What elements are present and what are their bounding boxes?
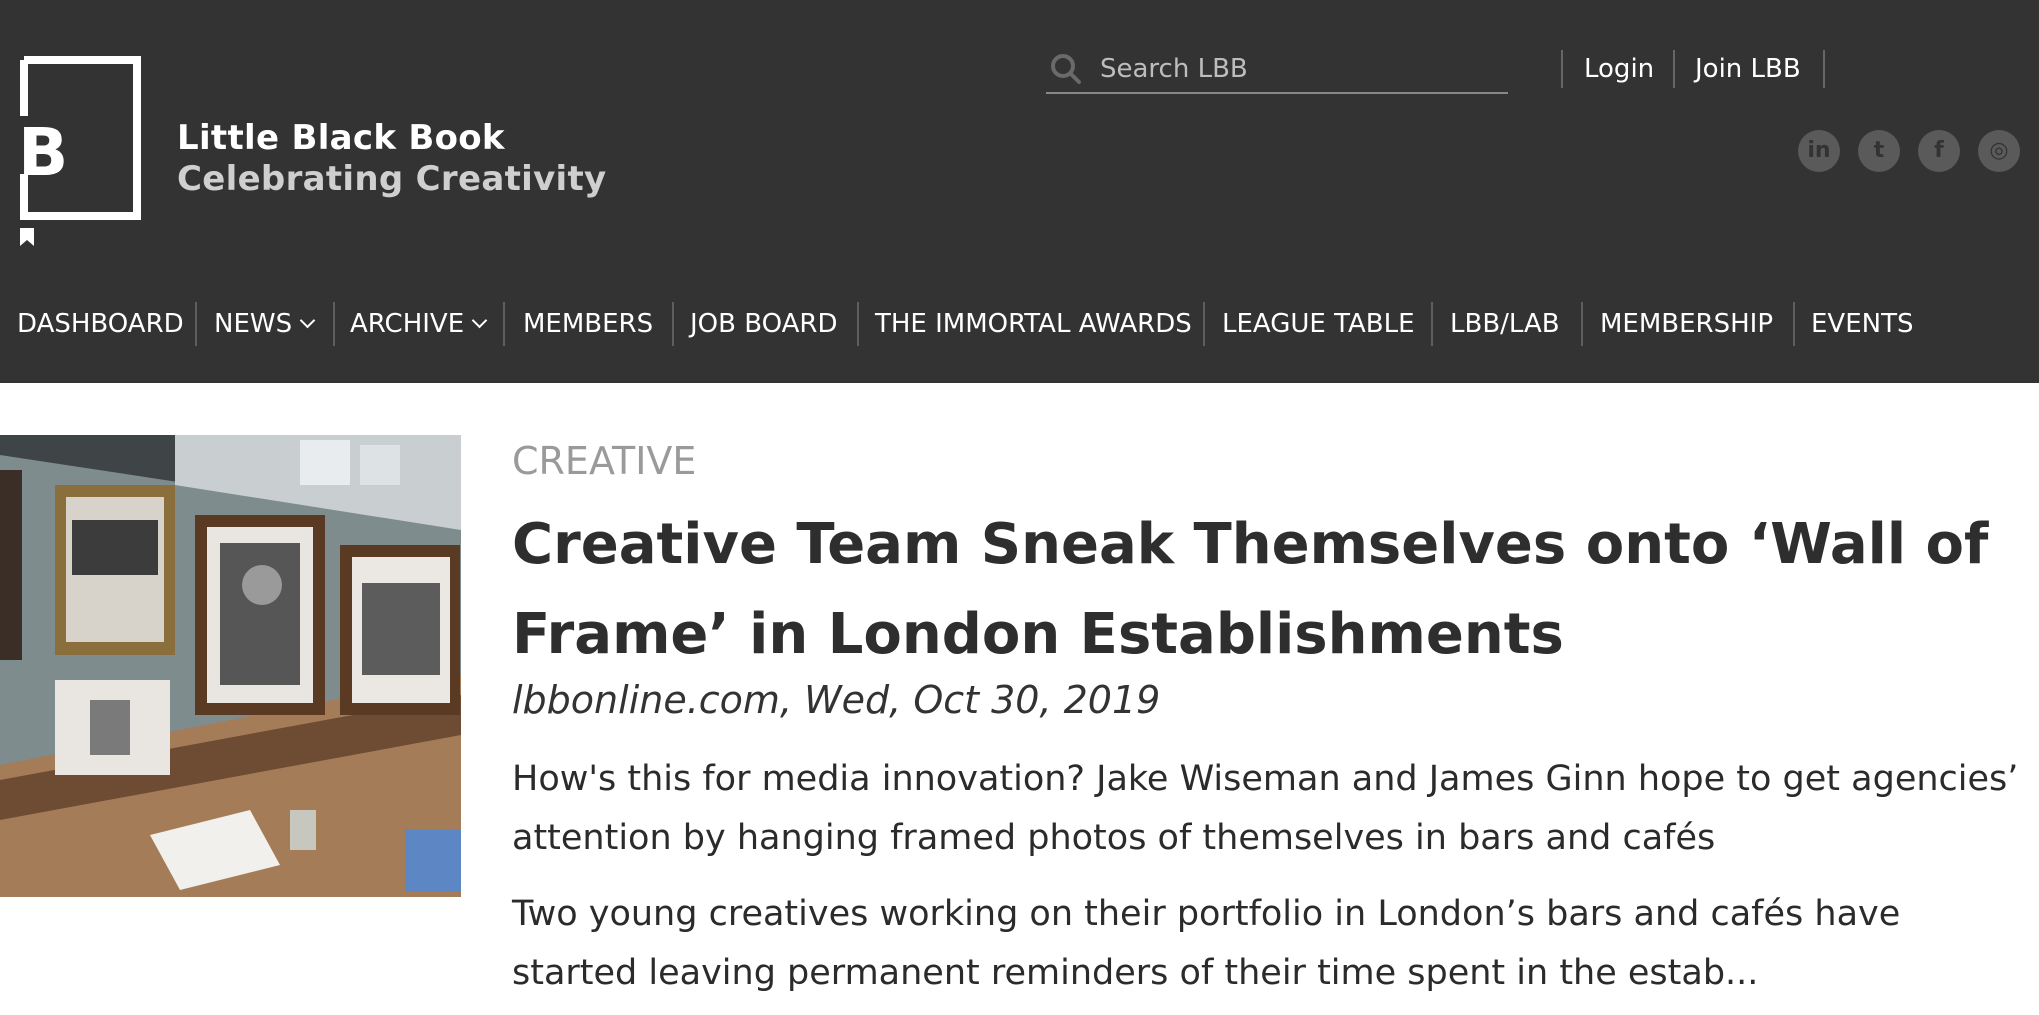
- brand-name: Little Black Book: [177, 118, 505, 158]
- divider: [1431, 302, 1433, 346]
- nav-members[interactable]: MEMBERS: [523, 302, 653, 346]
- divider: [333, 302, 335, 346]
- join-link[interactable]: Join LBB: [1695, 50, 1801, 88]
- search-input[interactable]: [1098, 50, 1502, 88]
- nav-lbb-lab[interactable]: LBB/LAB: [1450, 302, 1560, 346]
- chevron-down-icon: [471, 312, 488, 329]
- nav-events[interactable]: EVENTS: [1811, 302, 1913, 346]
- twitter-icon[interactable]: t: [1858, 130, 1900, 172]
- nav-dashboard[interactable]: DASHBOARD: [17, 302, 184, 346]
- nav-label: ARCHIVE: [350, 309, 465, 339]
- divider: [195, 302, 197, 346]
- facebook-icon[interactable]: f: [1918, 130, 1960, 172]
- divider: [1203, 302, 1205, 346]
- divider: [503, 302, 505, 346]
- nav-league-table[interactable]: LEAGUE TABLE: [1222, 302, 1415, 346]
- site-header: B Little Black Book Celebrating Creativi…: [0, 0, 2039, 383]
- nav-job-board[interactable]: JOB BOARD: [690, 302, 838, 346]
- divider: [1793, 302, 1795, 346]
- divider: [1823, 50, 1825, 88]
- nav-label: DASHBOARD: [17, 309, 184, 339]
- divider: [1581, 302, 1583, 346]
- lbb-logo[interactable]: B: [18, 56, 141, 246]
- logo-letter: B: [18, 114, 69, 191]
- divider: [1673, 50, 1675, 88]
- main-nav: DASHBOARD NEWS ARCHIVE MEMBERS JOB BOARD…: [0, 302, 2039, 346]
- nav-membership[interactable]: MEMBERSHIP: [1600, 302, 1773, 346]
- nav-label: LBB/LAB: [1450, 309, 1560, 339]
- nav-label: NEWS: [214, 309, 293, 339]
- nav-archive[interactable]: ARCHIVE: [350, 302, 488, 346]
- article-thumbnail[interactable]: [0, 435, 461, 897]
- search-box: [1046, 48, 1508, 94]
- divider: [857, 302, 859, 346]
- nav-news[interactable]: NEWS: [214, 302, 316, 346]
- nav-label: THE IMMORTAL AWARDS: [875, 309, 1192, 339]
- chevron-down-icon: [299, 312, 316, 329]
- article-category[interactable]: CREATIVE: [512, 436, 696, 486]
- article-meta: lbbonline.com, Wed, Oct 30, 2019: [512, 678, 1161, 722]
- divider: [672, 302, 674, 346]
- article-title[interactable]: Creative Team Sneak Themselves onto ‘Wal…: [512, 500, 2012, 680]
- article-excerpt: Two young creatives working on their por…: [512, 894, 1901, 993]
- article-summary: How's this for media innovation? Jake Wi…: [512, 759, 2019, 858]
- brand-tagline: Celebrating Creativity: [177, 159, 607, 199]
- nav-label: MEMBERSHIP: [1600, 309, 1774, 339]
- instagram-icon[interactable]: ◎: [1978, 130, 2020, 172]
- linkedin-icon[interactable]: in: [1798, 130, 1840, 172]
- nav-label: JOB BOARD: [690, 309, 838, 339]
- search-icon[interactable]: [1048, 52, 1084, 88]
- nav-immortal-awards[interactable]: THE IMMORTAL AWARDS: [875, 302, 1192, 346]
- divider: [1561, 50, 1563, 88]
- nav-label: MEMBERS: [523, 309, 654, 339]
- nav-label: LEAGUE TABLE: [1222, 309, 1415, 339]
- nav-label: EVENTS: [1811, 309, 1914, 339]
- login-link[interactable]: Login: [1584, 50, 1654, 88]
